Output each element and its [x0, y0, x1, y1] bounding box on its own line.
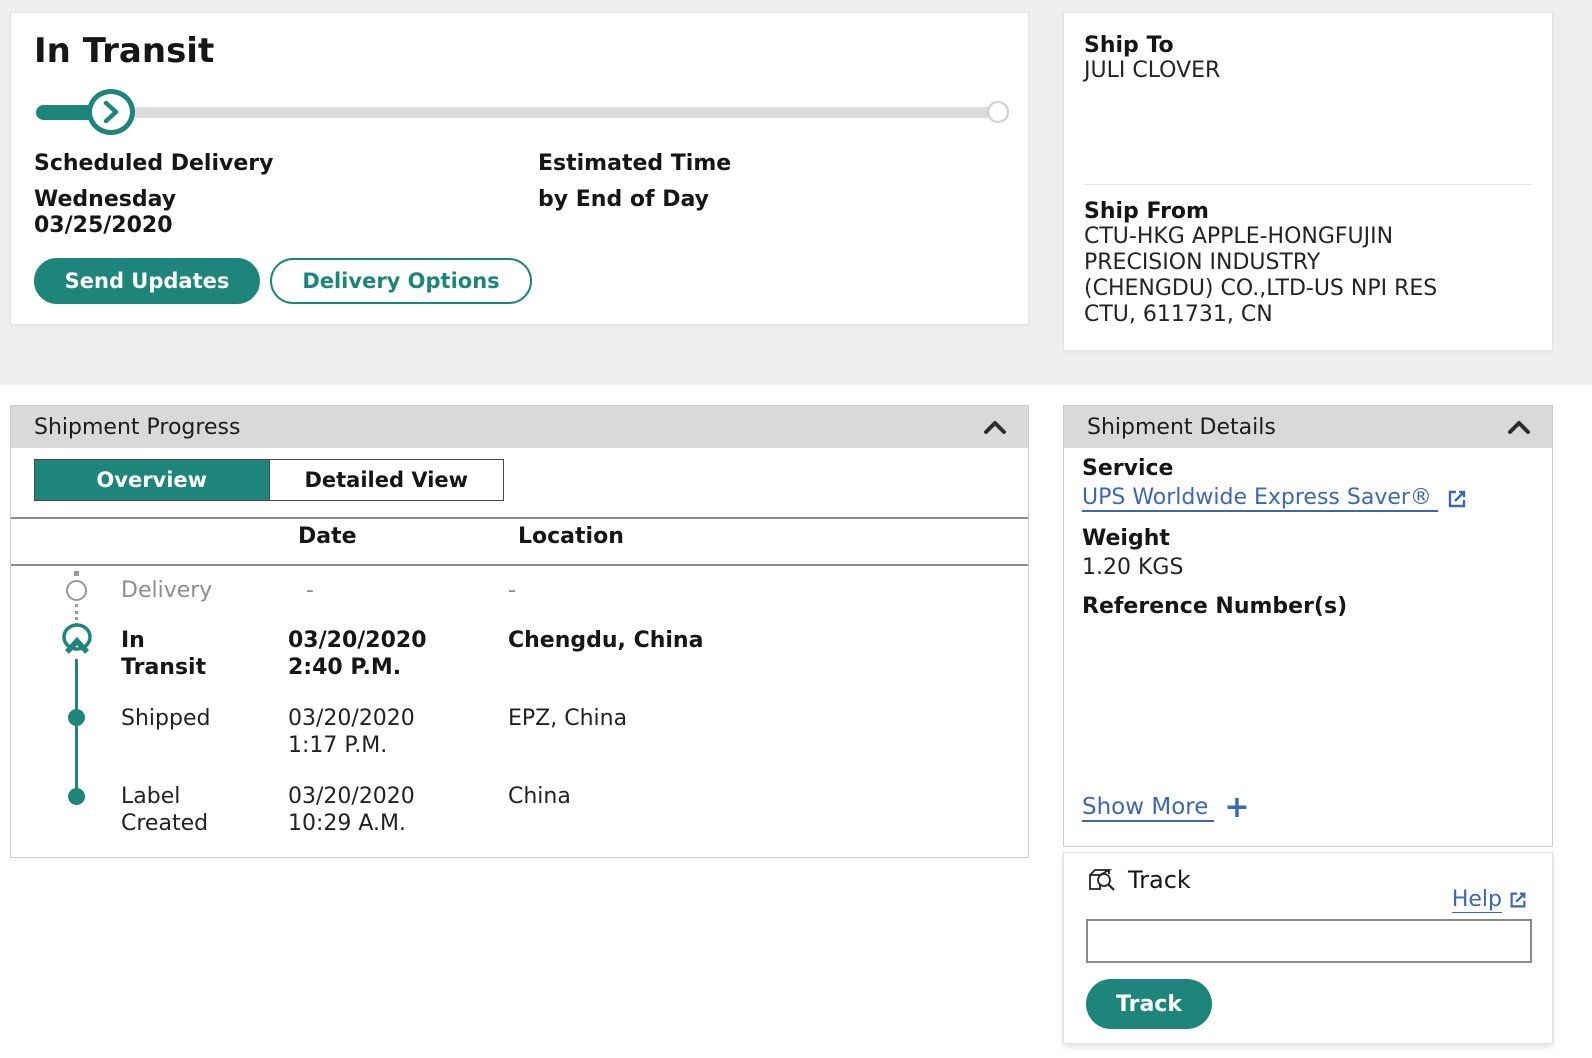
service-block: Service UPS Worldwide Express Saver®	[1082, 456, 1468, 512]
row-date: 03/20/2020 2:40 P.M.	[288, 627, 508, 681]
row-time-value: 10:29 A.M.	[288, 810, 508, 837]
progress-rows: Delivery - - In Transit 03/20/2020 2:40 …	[11, 571, 1028, 856]
weight-value: 1.20 KGS	[1082, 555, 1183, 580]
timeline-connector	[75, 726, 78, 788]
row-status: Label Created	[121, 783, 231, 837]
row-date-value: 03/20/2020	[288, 783, 508, 810]
ship-from-line: PRECISION INDUSTRY	[1084, 250, 1437, 276]
estimated-time-label: Estimated Time	[538, 151, 731, 176]
ship-from-block: Ship From CTU-HKG APPLE-HONGFUJIN PRECIS…	[1084, 199, 1437, 328]
row-location: China	[508, 783, 1018, 810]
timeline-future-ring-icon	[66, 580, 87, 601]
ship-to-label: Ship To	[1084, 33, 1220, 58]
table-rule	[11, 564, 1028, 566]
row-time-value: 2:40 P.M.	[288, 654, 508, 681]
tab-overview[interactable]: Overview	[35, 460, 269, 500]
package-search-icon	[1086, 865, 1118, 895]
column-header-date: Date	[298, 524, 357, 549]
scheduled-delivery-date: 03/25/2020	[34, 213, 173, 239]
status-card: In Transit Scheduled Delivery Wednesday …	[10, 12, 1029, 325]
row-status: Shipped	[121, 705, 231, 732]
scheduled-delivery-label: Scheduled Delivery	[34, 151, 273, 176]
track-widget-title: Track	[1128, 866, 1191, 894]
external-link-icon	[1508, 890, 1528, 910]
ship-to-block: Ship To JULI CLOVER	[1084, 33, 1220, 84]
row-status: Delivery	[121, 577, 231, 604]
track-button[interactable]: Track	[1086, 979, 1212, 1029]
collapse-chevron-icon[interactable]	[1504, 415, 1534, 439]
status-actions: Send Updates Delivery Options	[34, 258, 532, 304]
estimated-time-value: by End of Day	[538, 187, 709, 213]
row-date-value: 03/20/2020	[288, 627, 508, 654]
timeline-dot	[74, 571, 79, 576]
timeline-current-location-icon	[60, 623, 96, 659]
row-status: In Transit	[121, 627, 231, 681]
row-date: 03/20/2020 10:29 A.M.	[288, 783, 508, 837]
scheduled-delivery-day: Wednesday	[34, 187, 176, 213]
row-date: 03/20/2020 1:17 P.M.	[288, 705, 508, 759]
ship-from-label: Ship From	[1084, 199, 1437, 224]
row-location: Chengdu, China	[508, 627, 1018, 654]
shipment-progress-title: Shipment Progress	[34, 415, 240, 440]
progress-bar-track	[36, 107, 1006, 118]
progress-marker	[87, 89, 135, 135]
timeline-connector	[75, 659, 78, 709]
timeline-done-dot-icon	[68, 788, 85, 805]
track-widget-heading: Track	[1086, 865, 1191, 895]
status-title: In Transit	[34, 31, 214, 71]
addresses-card: Ship To JULI CLOVER Ship From CTU-HKG AP…	[1063, 12, 1553, 351]
row-date: -	[288, 577, 508, 604]
chevron-right-icon	[101, 99, 121, 125]
ship-from-line: (CHENGDU) CO.,LTD-US NPI RES	[1084, 276, 1437, 302]
tab-detailed-view[interactable]: Detailed View	[269, 460, 504, 500]
show-more-row: Show More +	[1082, 794, 1250, 822]
view-tabs: Overview Detailed View	[34, 459, 504, 501]
shipment-progress-header: Shipment Progress	[11, 406, 1028, 448]
reference-label: Reference Number(s)	[1082, 594, 1347, 619]
row-time-value: 1:17 P.M.	[288, 732, 508, 759]
shipment-details-title: Shipment Details	[1087, 415, 1276, 440]
show-more-link[interactable]: Show More	[1082, 794, 1214, 822]
ups-tracking-page: In Transit Scheduled Delivery Wednesday …	[0, 0, 1592, 1058]
row-date-value: 03/20/2020	[288, 705, 508, 732]
shipment-details-card: Shipment Details Service UPS Worldwide E…	[1063, 405, 1553, 847]
external-link-icon	[1446, 488, 1468, 510]
delivery-options-button[interactable]: Delivery Options	[270, 258, 532, 304]
address-divider	[1084, 184, 1532, 185]
row-location: -	[508, 577, 1018, 604]
timeline-done-dot-icon	[68, 709, 85, 726]
row-location: EPZ, China	[508, 705, 1018, 732]
plus-icon: +	[1224, 796, 1249, 820]
progress-bar-end-knob	[987, 101, 1009, 123]
weight-block: Weight 1.20 KGS	[1082, 526, 1183, 580]
column-header-location: Location	[518, 524, 624, 549]
track-widget-card: Track Help Track	[1063, 852, 1553, 1044]
collapse-chevron-icon[interactable]	[980, 415, 1010, 439]
table-rule	[11, 517, 1028, 519]
service-label: Service	[1082, 456, 1468, 481]
send-updates-button[interactable]: Send Updates	[34, 258, 260, 304]
help-row: Help	[1452, 887, 1528, 913]
service-link[interactable]: UPS Worldwide Express Saver®	[1082, 485, 1438, 512]
tracking-number-input[interactable]	[1086, 919, 1532, 963]
shipment-details-header: Shipment Details	[1064, 406, 1552, 448]
weight-label: Weight	[1082, 526, 1183, 551]
ship-from-line: CTU, 611731, CN	[1084, 302, 1437, 328]
help-link[interactable]: Help	[1452, 887, 1502, 913]
ship-from-line: CTU-HKG APPLE-HONGFUJIN	[1084, 224, 1437, 250]
shipment-progress-card: Shipment Progress Overview Detailed View…	[10, 405, 1029, 858]
ship-to-name: JULI CLOVER	[1084, 58, 1220, 84]
reference-block: Reference Number(s)	[1082, 594, 1347, 619]
